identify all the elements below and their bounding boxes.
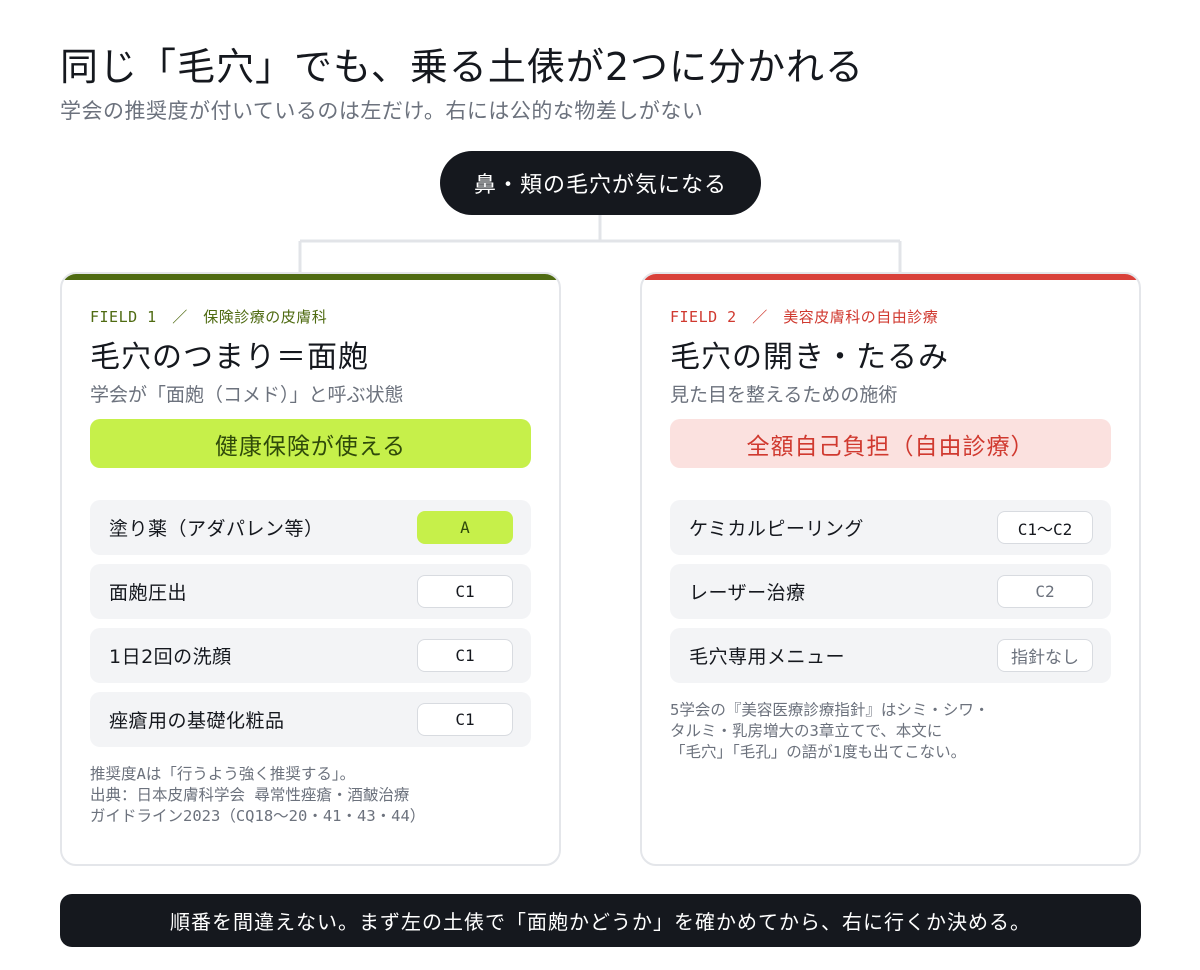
- note-line: タルミ・乳房増大の3章立てで、本文に: [670, 722, 943, 740]
- note-line: 5学会の『美容医療診療指針』はシミ・シワ・: [670, 701, 990, 719]
- note-line: 「毛穴」「毛孔」の語が1度も出てこない。: [670, 743, 967, 761]
- card-description: 学会が「面皰（コメド）」と呼ぶ状態: [90, 384, 404, 406]
- field-label: FIELD 2 ／ 美容皮膚科の自由診療: [670, 308, 939, 326]
- card-title: 毛穴のつまり＝面皰: [90, 340, 369, 375]
- recommendation-badge: 指針なし: [997, 639, 1093, 672]
- card-description: 見た目を整えるための施術: [670, 384, 898, 406]
- field-card-cosmetic: FIELD 2 ／ 美容皮膚科の自由診療 毛穴の開き・たるみ 見た目を整えるため…: [640, 272, 1141, 866]
- treatment-row: 1日2回の洗顔 C1: [90, 628, 531, 683]
- treatment-row: 面皰圧出 C1: [90, 564, 531, 619]
- page-subtitle: 学会の推奨度が付いているのは左だけ。右には公的な物差しがない: [60, 99, 704, 123]
- recommendation-badge: A: [417, 511, 513, 544]
- note-line: ガイドライン2023（CQ18〜20・41・43・44）: [90, 807, 426, 825]
- treatment-row: 塗り薬（アダパレン等） A: [90, 500, 531, 555]
- root-node: 鼻・頬の毛穴が気になる: [440, 151, 761, 215]
- coverage-banner: 全額自己負担（自由診療）: [670, 419, 1111, 468]
- treatment-label: 塗り薬（アダパレン等）: [109, 518, 324, 540]
- recommendation-badge: C1: [417, 639, 513, 672]
- note-line: 推奨度Aは「行うよう強く推奨する」。: [90, 765, 356, 783]
- treatment-label: 毛穴専用メニュー: [689, 646, 846, 668]
- card-title: 毛穴の開き・たるみ: [670, 340, 949, 375]
- treatment-label: 1日2回の洗顔: [109, 646, 232, 668]
- recommendation-badge: C2: [997, 575, 1093, 608]
- field-card-insurance: FIELD 1 ／ 保険診療の皮膚科 毛穴のつまり＝面皰 学会が「面皰（コメド）…: [60, 272, 561, 866]
- treatment-row: 毛穴専用メニュー 指針なし: [670, 628, 1111, 683]
- recommendation-badge: C1: [417, 703, 513, 736]
- field-label: FIELD 1 ／ 保険診療の皮膚科: [90, 308, 328, 326]
- coverage-banner: 健康保険が使える: [90, 419, 531, 468]
- treatment-row: レーザー治療 C2: [670, 564, 1111, 619]
- source-note: 5学会の『美容医療診療指針』はシミ・シワ・ タルミ・乳房増大の3章立てで、本文に…: [670, 700, 989, 763]
- treatment-label: 面皰圧出: [109, 582, 188, 604]
- card-accent-bar: [62, 274, 559, 280]
- note-line: 出典：日本皮膚科学会 尋常性痤瘡・酒皶治療: [90, 786, 410, 804]
- treatment-row: ケミカルピーリング C1〜C2: [670, 500, 1111, 555]
- treatment-label: 痤瘡用の基礎化粧品: [109, 710, 285, 732]
- treatment-row: 痤瘡用の基礎化粧品 C1: [90, 692, 531, 747]
- treatment-label: レーザー治療: [689, 582, 806, 604]
- recommendation-badge: C1〜C2: [997, 511, 1093, 544]
- footer-advice: 順番を間違えない。まず左の土俵で「面皰かどうか」を確かめてから、右に行くか決める…: [60, 894, 1141, 947]
- recommendation-badge: C1: [417, 575, 513, 608]
- page-title: 同じ「毛穴」でも、乗る土俵が2つに分かれる: [60, 45, 865, 89]
- source-note: 推奨度Aは「行うよう強く推奨する」。 出典：日本皮膚科学会 尋常性痤瘡・酒皶治療…: [90, 764, 425, 827]
- card-accent-bar: [642, 274, 1139, 280]
- treatment-label: ケミカルピーリング: [689, 518, 864, 540]
